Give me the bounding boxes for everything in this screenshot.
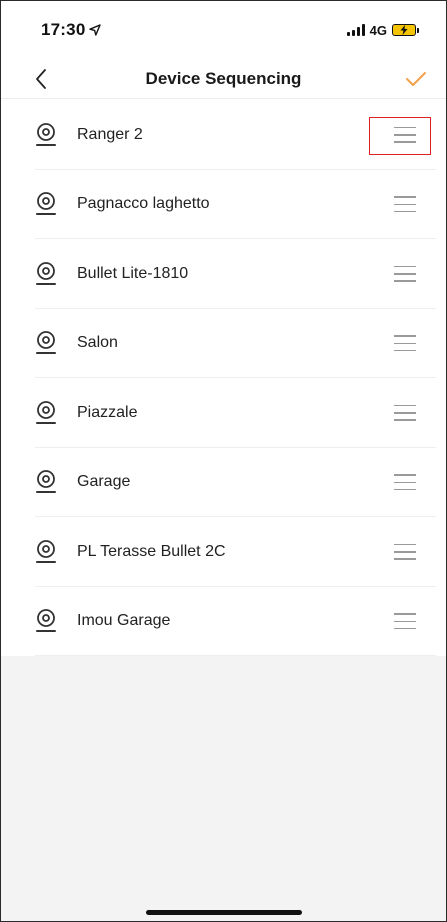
drag-handle-icon[interactable]	[394, 265, 416, 282]
device-name: Pagnacco laghetto	[77, 195, 210, 213]
empty-area	[1, 656, 446, 921]
device-name: Salon	[77, 334, 118, 352]
device-name: Garage	[77, 473, 131, 491]
drag-handle-icon[interactable]	[394, 474, 416, 491]
camera-icon	[36, 261, 56, 285]
list-item[interactable]: Garage	[1, 448, 446, 518]
status-bar: 17:30 4G	[1, 1, 446, 59]
back-button[interactable]	[27, 65, 55, 93]
camera-icon	[36, 122, 56, 146]
list-item[interactable]: Pagnacco laghetto	[1, 170, 446, 240]
chevron-left-icon	[36, 69, 46, 89]
device-name: Imou Garage	[77, 612, 171, 630]
status-indicators: 4G	[346, 22, 419, 38]
navigation-bar: Device Sequencing	[1, 59, 446, 99]
page-title: Device Sequencing	[145, 68, 302, 88]
camera-icon	[36, 539, 56, 563]
drag-handle-icon[interactable]	[394, 543, 416, 560]
signal-bars-icon	[346, 24, 365, 36]
time-group: 17:30	[41, 20, 102, 40]
battery-charging-icon	[392, 24, 419, 36]
drag-handle-icon[interactable]	[394, 196, 416, 213]
network-type: 4G	[369, 22, 387, 38]
camera-icon	[36, 400, 56, 424]
device-name: PL Terasse Bullet 2C	[77, 542, 226, 560]
camera-icon	[36, 331, 56, 355]
home-indicator[interactable]	[145, 910, 302, 915]
device-name: Ranger 2	[77, 125, 143, 143]
drag-handle-icon[interactable]	[394, 613, 416, 630]
status-time: 17:30	[41, 20, 86, 39]
device-list: Ranger 2 Pagnacco laghetto Bullet Lite-1…	[1, 100, 446, 656]
list-item[interactable]: Salon	[1, 309, 446, 379]
phone-screen: 17:30 4G Device Sequencing Ranger 2 Pagn…	[0, 0, 447, 922]
highlight-box	[369, 117, 431, 155]
checkmark-icon	[406, 72, 426, 86]
list-item[interactable]: Piazzale	[1, 378, 446, 448]
confirm-button[interactable]	[402, 65, 430, 93]
list-item[interactable]: PL Terasse Bullet 2C	[1, 517, 446, 587]
camera-icon	[36, 192, 56, 216]
device-name: Piazzale	[77, 403, 138, 421]
list-item[interactable]: Bullet Lite-1810	[1, 239, 446, 309]
camera-icon	[36, 609, 56, 633]
drag-handle-icon[interactable]	[394, 335, 416, 352]
location-arrow-icon	[89, 24, 102, 36]
drag-handle-icon[interactable]	[394, 404, 416, 421]
device-name: Bullet Lite-1810	[77, 264, 189, 282]
list-item[interactable]: Imou Garage	[1, 587, 446, 657]
camera-icon	[36, 470, 56, 494]
